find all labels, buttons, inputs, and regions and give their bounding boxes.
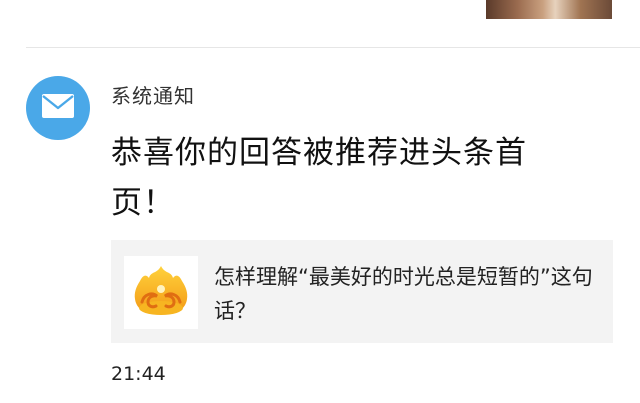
divider (26, 47, 640, 48)
notification-headline: 恭喜你的回答被推荐进头条首页！ (111, 135, 527, 221)
card-thumbnail (124, 256, 198, 329)
sender-name: 系统通知 (111, 84, 195, 108)
envelope-icon (41, 93, 75, 123)
linked-question-card[interactable]: 怎样理解“最美好的时光总是短暂的”这句话？ (111, 240, 613, 343)
golden-fire-logo-icon (130, 262, 192, 324)
previous-item-thumbnail[interactable] (486, 0, 612, 19)
timestamp: 21:44 (111, 363, 166, 385)
avatar (26, 76, 90, 140)
card-question-title: 怎样理解“最美好的时光总是短暂的”这句话？ (214, 265, 593, 323)
